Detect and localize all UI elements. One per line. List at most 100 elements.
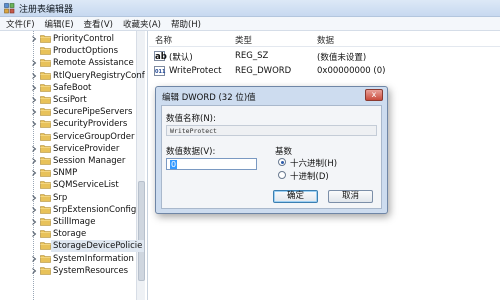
tree-item[interactable]: ScsiPort bbox=[0, 94, 145, 106]
column-header-data[interactable]: 数据 bbox=[317, 34, 334, 46]
edit-dword-dialog: 编辑 DWORD (32 位)值 x 数值名称(N): WriteProtect… bbox=[155, 86, 388, 214]
menu-file[interactable]: 文件(F) bbox=[6, 18, 35, 30]
expand-arrow-icon[interactable] bbox=[31, 231, 37, 238]
tree-item-label: SystemInformation bbox=[53, 253, 134, 264]
menu-view[interactable]: 查看(V) bbox=[84, 18, 113, 30]
tree-item[interactable]: SystemResources bbox=[0, 265, 145, 277]
tree-item[interactable]: ServiceProvider bbox=[0, 143, 145, 155]
expand-arrow-icon[interactable] bbox=[31, 97, 37, 103]
close-button[interactable]: x bbox=[365, 89, 383, 101]
menu-bar: 文件(F) 编辑(E) 查看(V) 收藏夹(A) 帮助(H) bbox=[0, 17, 500, 31]
tree-item-label: ProductOptions bbox=[53, 46, 119, 57]
tree-item[interactable]: SafeBoot bbox=[0, 82, 145, 94]
tree-item[interactable]: SystemInformation bbox=[0, 253, 145, 265]
tree-item-label: StorageDevicePolicie bbox=[51, 240, 145, 253]
menu-favorites[interactable]: 收藏夹(A) bbox=[123, 18, 161, 30]
dialog-title: 编辑 DWORD (32 位)值 bbox=[162, 93, 256, 103]
tree-item[interactable]: Storage bbox=[0, 228, 145, 240]
tree-item[interactable]: ProductOptions bbox=[0, 45, 145, 57]
tree-item-label: StillImage bbox=[53, 217, 96, 227]
window-title: 注册表编辑器 bbox=[19, 5, 74, 15]
tree-item[interactable]: SecurePipeServers bbox=[0, 106, 145, 118]
radio-decimal[interactable] bbox=[278, 171, 286, 179]
radio-hexadecimal[interactable] bbox=[278, 158, 286, 166]
tree-item[interactable]: SrpExtensionConfig bbox=[0, 204, 145, 216]
value-type: REG_SZ bbox=[235, 51, 269, 61]
folder-icon bbox=[40, 120, 51, 129]
value-data: (数值未设置) bbox=[317, 53, 367, 63]
string-value-icon: ab bbox=[154, 51, 167, 62]
menu-edit[interactable]: 编辑(E) bbox=[45, 18, 74, 30]
binary-value-icon: 011 bbox=[154, 66, 165, 76]
tree-item[interactable]: StorageDevicePolicie bbox=[0, 240, 145, 253]
column-header-name[interactable]: 名称 bbox=[155, 34, 172, 46]
dialog-body: 数值名称(N): WriteProtect 数值数据(V): 0 基数 十六进制… bbox=[161, 105, 382, 209]
folder-icon bbox=[40, 47, 51, 55]
folder-icon bbox=[40, 35, 51, 43]
tree-item[interactable]: StillImage bbox=[0, 216, 145, 228]
folder-icon bbox=[40, 96, 51, 104]
tree-item-label: ScsiPort bbox=[53, 95, 87, 105]
folder-icon bbox=[40, 266, 51, 275]
title-bar: 注册表编辑器 bbox=[0, 0, 500, 17]
cancel-button[interactable]: 取消 bbox=[328, 190, 373, 203]
close-icon: x bbox=[371, 90, 377, 99]
expand-arrow-icon[interactable] bbox=[31, 84, 37, 91]
menu-help[interactable]: 帮助(H) bbox=[171, 18, 201, 30]
value-row[interactable]: 011 WriteProtect REG_DWORD 0x00000000 (0… bbox=[149, 65, 500, 78]
folder-icon bbox=[40, 181, 51, 190]
tree-item[interactable]: Srp bbox=[0, 192, 145, 204]
tree-item-label: Storage bbox=[53, 229, 87, 240]
value-data-label: 数值数据(V): bbox=[166, 147, 216, 157]
expand-arrow-icon[interactable] bbox=[31, 194, 37, 201]
tree-item[interactable]: SecurityProviders bbox=[0, 118, 145, 130]
base-group-label: 基数 bbox=[275, 147, 293, 157]
radio-hexadecimal-label[interactable]: 十六进制(H) bbox=[290, 157, 337, 169]
regedit-icon bbox=[4, 3, 15, 14]
folder-icon bbox=[40, 193, 51, 202]
tree-item[interactable]: PriorityControl bbox=[0, 33, 145, 45]
expand-arrow-icon[interactable] bbox=[31, 36, 37, 42]
tree-item-label: SafeBoot bbox=[53, 82, 92, 93]
tree-item[interactable]: Remote Assistance bbox=[0, 57, 145, 69]
folder-icon bbox=[40, 242, 51, 251]
value-name-field: WriteProtect bbox=[166, 125, 377, 136]
expand-arrow-icon[interactable] bbox=[31, 145, 37, 152]
expand-arrow-icon[interactable] bbox=[31, 267, 37, 274]
tree-item[interactable]: SQMServiceList bbox=[0, 179, 145, 191]
tree-item-label: SecurePipeServers bbox=[53, 107, 133, 118]
expand-arrow-icon[interactable] bbox=[31, 109, 37, 116]
tree-item-label: SystemResources bbox=[53, 265, 129, 276]
tree-item[interactable]: RtlQueryRegistryConf bbox=[0, 70, 145, 82]
folder-icon bbox=[40, 59, 51, 68]
ok-button[interactable]: 确定 bbox=[273, 190, 318, 203]
expand-arrow-icon[interactable] bbox=[31, 170, 37, 177]
tree-item-label: RtlQueryRegistryConf bbox=[53, 70, 145, 81]
expand-arrow-icon[interactable] bbox=[31, 72, 37, 79]
radio-decimal-label[interactable]: 十进制(D) bbox=[290, 170, 329, 182]
folder-icon bbox=[40, 144, 51, 153]
expand-arrow-icon[interactable] bbox=[31, 206, 37, 213]
list-header: 名称 类型 数据 bbox=[149, 31, 500, 47]
tree-item[interactable]: SNMP bbox=[0, 167, 145, 179]
folder-icon bbox=[40, 108, 51, 116]
value-row[interactable]: ab (默认) REG_SZ (数值未设置) bbox=[149, 50, 500, 63]
tree-item-label: Session Manager bbox=[53, 156, 126, 166]
registry-key-tree[interactable]: PriorityControl ProductOptions Remote Assi… bbox=[0, 31, 148, 300]
expand-arrow-icon[interactable] bbox=[31, 255, 37, 262]
value-data-input[interactable]: 0 bbox=[166, 158, 257, 170]
value-type: REG_DWORD bbox=[235, 66, 292, 76]
tree-item-label: SNMP bbox=[53, 168, 78, 179]
expand-arrow-icon[interactable] bbox=[31, 121, 37, 128]
folder-icon bbox=[40, 230, 51, 238]
tree-item[interactable]: ServiceGroupOrder bbox=[0, 131, 145, 143]
expand-arrow-icon[interactable] bbox=[31, 158, 37, 164]
column-header-type[interactable]: 类型 bbox=[235, 34, 252, 46]
expand-arrow-icon[interactable] bbox=[31, 219, 37, 225]
tree-item-label: ServiceProvider bbox=[53, 143, 120, 154]
tree-item-label: Srp bbox=[53, 192, 68, 203]
tree-item[interactable]: Session Manager bbox=[0, 155, 145, 167]
expand-arrow-icon[interactable] bbox=[31, 60, 37, 67]
value-name: WriteProtect bbox=[169, 66, 222, 76]
tree-item-label: SrpExtensionConfig bbox=[53, 204, 137, 215]
